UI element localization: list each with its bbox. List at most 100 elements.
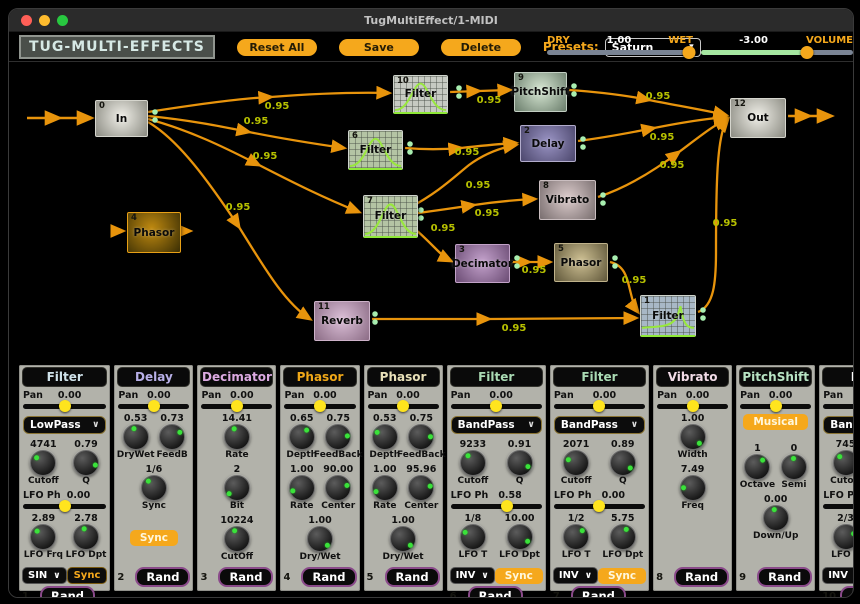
save-button[interactable]: Save (339, 39, 419, 56)
knob-dial[interactable] (680, 424, 706, 450)
waveform-select[interactable]: INV∨ (450, 567, 495, 584)
node-filter-7[interactable]: 7Filter (363, 195, 418, 238)
pan-slider-track[interactable] (118, 404, 189, 409)
knob-dial[interactable] (507, 524, 533, 550)
knob-dial[interactable] (833, 524, 854, 550)
pan-slider-knob[interactable] (397, 400, 409, 412)
knob-dial[interactable] (224, 526, 250, 552)
pan-slider-track[interactable] (368, 404, 439, 409)
pan-slider-track[interactable] (657, 404, 728, 409)
knob-dial[interactable] (610, 524, 636, 550)
node-phasor-4[interactable]: 4Phasor (127, 212, 181, 253)
knob-dial[interactable] (141, 475, 167, 501)
rand-button[interactable]: Rand (571, 586, 626, 598)
delete-button[interactable]: Delete (441, 39, 521, 56)
knob-dial[interactable] (390, 526, 416, 552)
pan-slider-track[interactable] (23, 404, 106, 409)
knob-dial[interactable] (680, 475, 706, 501)
knob-dial[interactable] (30, 524, 56, 550)
waveform-select[interactable]: INV∨ (553, 567, 598, 584)
sync-button[interactable]: Sync (598, 568, 646, 584)
volume-track[interactable] (701, 50, 853, 55)
pan-slider-knob[interactable] (314, 400, 326, 412)
knob-dial[interactable] (224, 424, 250, 450)
node-out-12[interactable]: 12Out (730, 98, 786, 138)
pan-slider-track[interactable] (823, 404, 854, 409)
lfo-phase-slider-track[interactable] (554, 504, 645, 509)
knob-dial[interactable] (408, 424, 434, 450)
knob-dial[interactable] (123, 424, 149, 450)
node-filter-10[interactable]: 10Filter (393, 75, 448, 114)
lfo-phase-slider-knob[interactable] (501, 500, 513, 512)
rand-button[interactable]: Rand (40, 586, 95, 598)
lfo-phase-slider-track[interactable] (823, 504, 854, 509)
knob-dial[interactable] (289, 475, 315, 501)
pan-slider-knob[interactable] (490, 400, 502, 412)
pan-slider-track[interactable] (201, 404, 272, 409)
waveform-select[interactable]: INV∨ (822, 567, 854, 584)
knob-dial[interactable] (325, 424, 351, 450)
knob-dial[interactable] (507, 450, 533, 476)
node-graph-canvas[interactable]: 0.950.950.950.950.950.950.950.950.950.95… (9, 61, 853, 358)
knob-dial[interactable] (325, 475, 351, 501)
rand-button[interactable]: Rand (840, 586, 854, 598)
node-phasor-5[interactable]: 5Phasor (554, 243, 608, 282)
knob-dial[interactable] (224, 475, 250, 501)
knob-dial[interactable] (563, 524, 589, 550)
knob-dial[interactable] (781, 454, 807, 480)
pan-slider-knob[interactable] (59, 400, 71, 412)
pan-slider-knob[interactable] (231, 400, 243, 412)
rand-button[interactable]: Rand (468, 586, 523, 598)
filter-type-select[interactable]: BandPass∨ (823, 416, 854, 434)
waveform-select[interactable]: SIN∨ (22, 567, 67, 584)
filter-type-select[interactable]: BandPass∨ (451, 416, 542, 434)
lfo-phase-slider-track[interactable] (23, 504, 106, 509)
knob-dial[interactable] (610, 450, 636, 476)
knob-dial[interactable] (30, 450, 56, 476)
lfo-phase-slider-track[interactable] (451, 504, 542, 509)
knob-dial[interactable] (372, 475, 398, 501)
rand-button[interactable]: Rand (385, 567, 440, 587)
knob-dial[interactable] (73, 524, 99, 550)
pan-slider-track[interactable] (284, 404, 355, 409)
knob-dial[interactable] (307, 526, 333, 552)
knob-dial[interactable] (159, 424, 185, 450)
lfo-phase-slider-knob[interactable] (593, 500, 605, 512)
filter-type-select[interactable]: BandPass∨ (554, 416, 645, 434)
knob-dial[interactable] (460, 450, 486, 476)
pan-slider-knob[interactable] (148, 400, 160, 412)
node-vibrato-8[interactable]: 8Vibrato (539, 180, 596, 220)
rand-button[interactable]: Rand (135, 567, 190, 587)
knob-dial[interactable] (372, 424, 398, 450)
knob-dial[interactable] (833, 450, 854, 476)
pan-slider-track[interactable] (740, 404, 811, 409)
knob-dial[interactable] (763, 505, 789, 531)
sync-button[interactable]: Sync (495, 568, 543, 584)
pan-slider-track[interactable] (451, 404, 542, 409)
filter-type-select[interactable]: LowPass∨ (23, 416, 106, 434)
pan-slider-track[interactable] (554, 404, 645, 409)
knob-dial[interactable] (73, 450, 99, 476)
rand-button[interactable]: Rand (674, 567, 729, 587)
rand-button[interactable]: Rand (757, 567, 812, 587)
sync-button[interactable]: Sync (130, 530, 178, 546)
node-in-0[interactable]: 0In (95, 100, 148, 137)
pan-slider-knob[interactable] (687, 400, 699, 412)
volume-knob[interactable] (801, 46, 814, 59)
knob-dial[interactable] (289, 424, 315, 450)
sync-button[interactable]: Sync (67, 567, 108, 584)
node-filter-1[interactable]: 1Filter (640, 295, 696, 337)
node-delay-2[interactable]: 2Delay (520, 125, 576, 162)
knob-dial[interactable] (744, 454, 770, 480)
lfo-phase-slider-knob[interactable] (59, 500, 71, 512)
drywet-track[interactable] (547, 50, 693, 55)
knob-dial[interactable] (460, 524, 486, 550)
rand-button[interactable]: Rand (218, 567, 273, 587)
knob-dial[interactable] (563, 450, 589, 476)
rand-button[interactable]: Rand (301, 567, 356, 587)
pan-slider-knob[interactable] (770, 400, 782, 412)
node-filter-6[interactable]: 6Filter (348, 130, 403, 170)
musical-button[interactable]: Musical (743, 414, 808, 430)
node-decimator-3[interactable]: 3Decimator (455, 244, 510, 283)
drywet-knob[interactable] (682, 46, 695, 59)
